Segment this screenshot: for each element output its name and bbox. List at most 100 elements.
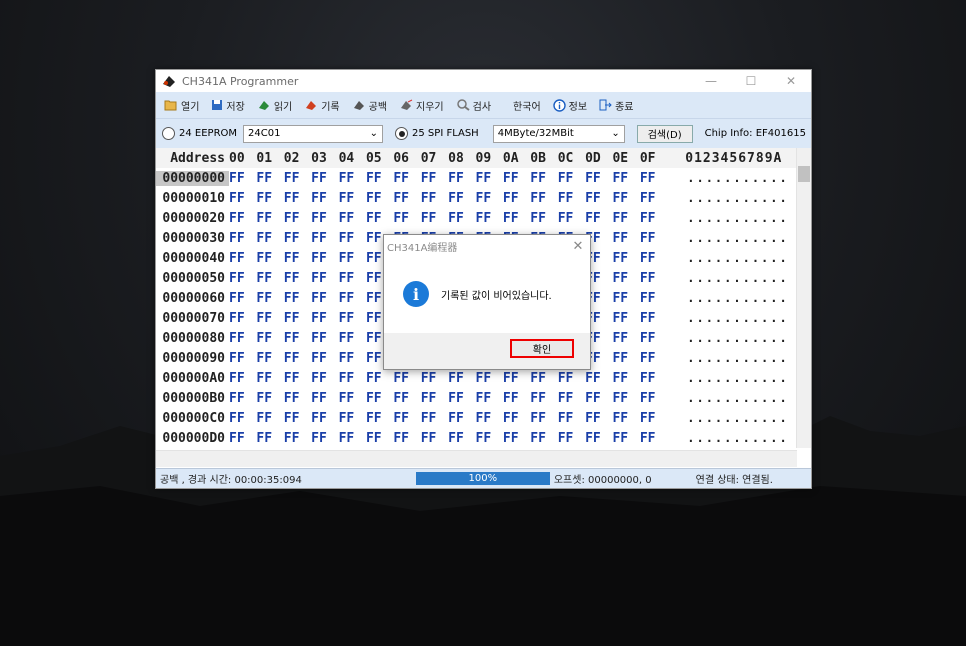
byte-cell[interactable]: FF [640,411,667,426]
byte-cell[interactable]: FF [612,271,639,286]
byte-cell[interactable]: FF [311,271,338,286]
byte-cell[interactable]: FF [256,431,283,446]
byte-cell[interactable]: FF [640,231,667,246]
byte-cell[interactable]: FF [585,431,612,446]
byte-cell[interactable]: FF [339,291,366,306]
byte-cell[interactable]: FF [339,311,366,326]
byte-cell[interactable]: FF [612,411,639,426]
byte-cell[interactable]: FF [229,311,256,326]
byte-cell[interactable]: FF [612,211,639,226]
byte-cell[interactable]: FF [284,391,311,406]
minimize-button[interactable]: — [691,70,731,92]
byte-cell[interactable]: FF [530,371,557,386]
byte-cell[interactable]: FF [612,291,639,306]
byte-cell[interactable]: FF [229,191,256,206]
byte-cell[interactable]: FF [421,411,448,426]
byte-cell[interactable]: FF [366,411,393,426]
toolbar-write-button[interactable]: 기록 [304,98,340,113]
byte-cell[interactable]: FF [612,331,639,346]
toolbar-verify-button[interactable]: 검사 [456,98,491,113]
byte-cell[interactable]: FF [256,211,283,226]
byte-cell[interactable]: FF [612,171,639,186]
byte-cell[interactable]: FF [640,171,667,186]
byte-cell[interactable]: FF [558,191,585,206]
byte-cell[interactable]: FF [393,411,420,426]
byte-cell[interactable]: FF [476,411,503,426]
byte-cell[interactable]: FF [640,271,667,286]
byte-cell[interactable]: FF [640,371,667,386]
byte-cell[interactable]: FF [311,191,338,206]
byte-cell[interactable]: FF [503,391,530,406]
byte-cell[interactable]: FF [284,251,311,266]
byte-cell[interactable]: FF [284,211,311,226]
byte-cell[interactable]: FF [476,431,503,446]
byte-cell[interactable]: FF [393,191,420,206]
byte-cell[interactable]: FF [284,291,311,306]
byte-cell[interactable]: FF [612,231,639,246]
byte-cell[interactable]: FF [421,211,448,226]
byte-cell[interactable]: FF [558,371,585,386]
byte-cell[interactable]: FF [229,391,256,406]
byte-cell[interactable]: FF [393,171,420,186]
byte-cell[interactable]: FF [640,331,667,346]
hex-row[interactable]: 00000010 FF FF FF FF FF FF FF FF FF FF FF FF FF FF FF FF… [156,188,811,208]
ok-button[interactable]: 확인 [510,339,574,358]
byte-cell[interactable]: FF [229,331,256,346]
byte-cell[interactable]: FF [256,251,283,266]
byte-cell[interactable]: FF [558,431,585,446]
byte-cell[interactable]: FF [284,331,311,346]
byte-cell[interactable]: FF [339,251,366,266]
byte-cell[interactable]: FF [640,431,667,446]
byte-cell[interactable]: FF [640,391,667,406]
byte-cell[interactable]: FF [311,331,338,346]
byte-cell[interactable]: FF [612,371,639,386]
toolbar-read-button[interactable]: 읽기 [257,98,292,113]
byte-cell[interactable]: FF [366,371,393,386]
dialog-close-icon[interactable]: ✕ [566,239,590,254]
toolbar-erase-button[interactable]: 지우기 [399,98,444,113]
byte-cell[interactable]: FF [612,191,639,206]
hex-row[interactable]: 000000B0 FF FF FF FF FF FF FF FF FF FF FF FF FF FF FF FF… [156,388,811,408]
byte-cell[interactable]: FF [448,211,475,226]
byte-cell[interactable]: FF [476,391,503,406]
byte-cell[interactable]: FF [448,411,475,426]
byte-cell[interactable]: FF [640,291,667,306]
byte-cell[interactable]: FF [476,211,503,226]
byte-cell[interactable]: FF [421,431,448,446]
byte-cell[interactable]: FF [229,171,256,186]
byte-cell[interactable]: FF [284,311,311,326]
byte-cell[interactable]: FF [339,351,366,366]
byte-cell[interactable]: FF [558,211,585,226]
byte-cell[interactable]: FF [229,291,256,306]
byte-cell[interactable]: FF [421,191,448,206]
eeprom-radio[interactable] [162,127,175,140]
byte-cell[interactable]: FF [284,371,311,386]
byte-cell[interactable]: FF [284,191,311,206]
byte-cell[interactable]: FF [393,431,420,446]
scroll-thumb[interactable] [798,166,810,182]
byte-cell[interactable]: FF [284,271,311,286]
byte-cell[interactable]: FF [256,271,283,286]
byte-cell[interactable]: FF [640,311,667,326]
byte-cell[interactable]: FF [640,211,667,226]
byte-cell[interactable]: FF [640,191,667,206]
byte-cell[interactable]: FF [229,231,256,246]
byte-cell[interactable]: FF [256,391,283,406]
byte-cell[interactable]: FF [311,211,338,226]
byte-cell[interactable]: FF [640,351,667,366]
byte-cell[interactable]: FF [229,271,256,286]
hex-row[interactable]: 00000020 FF FF FF FF FF FF FF FF FF FF FF FF FF FF FF FF… [156,208,811,228]
byte-cell[interactable]: FF [284,431,311,446]
toolbar-language-button[interactable]: 한국어 [513,98,541,113]
hex-row[interactable]: 00000000 FF FF FF FF FF FF FF FF FF FF FF FF FF FF FF FF… [156,168,811,188]
hex-row[interactable]: 000000C0 FF FF FF FF FF FF FF FF FF FF FF FF FF FF FF FF… [156,408,811,428]
byte-cell[interactable]: FF [256,231,283,246]
byte-cell[interactable]: FF [311,351,338,366]
byte-cell[interactable]: FF [612,351,639,366]
byte-cell[interactable]: FF [585,411,612,426]
byte-cell[interactable]: FF [311,371,338,386]
byte-cell[interactable]: FF [366,431,393,446]
byte-cell[interactable]: FF [530,171,557,186]
byte-cell[interactable]: FF [284,411,311,426]
byte-cell[interactable]: FF [503,171,530,186]
